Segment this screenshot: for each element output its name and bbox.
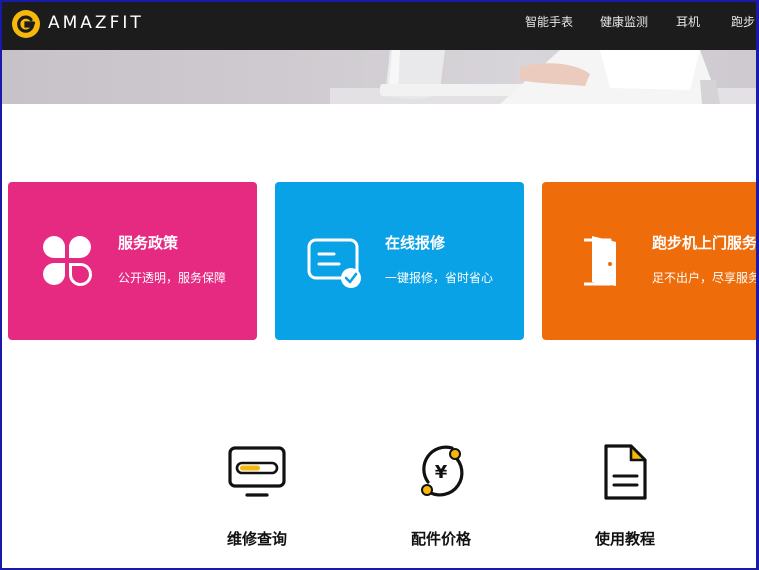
service-label: 配件价格	[410, 530, 471, 548]
document-icon	[565, 442, 685, 504]
door-icon	[574, 234, 628, 288]
card-title: 跑步机上门服务	[652, 234, 758, 252]
monitor-icon	[197, 442, 317, 504]
card-title: 服务政策	[118, 234, 179, 252]
svg-text:¥: ¥	[435, 462, 448, 483]
yen-price-icon: ¥	[381, 442, 501, 504]
hero-banner-image	[0, 50, 759, 104]
parts-price-link[interactable]: ¥ 配件价格	[381, 442, 501, 552]
card-subtitle: 足不出户，尽享服务	[652, 271, 759, 285]
nav-menu: 智能手表 健康监测 耳机 跑步	[0, 0, 759, 50]
nav-item-earphones[interactable]: 耳机	[676, 13, 700, 30]
nav-item-smartwatch[interactable]: 智能手表	[525, 13, 573, 30]
card-subtitle: 公开透明，服务保障	[118, 271, 227, 285]
nav-item-health[interactable]: 健康监测	[600, 13, 648, 30]
service-label: 维修查询	[226, 530, 287, 548]
top-navbar: AMAZFIT 智能手表 健康监测 耳机 跑步	[0, 0, 759, 50]
clover-icon	[40, 234, 94, 288]
tutorial-link[interactable]: 使用教程	[565, 442, 685, 552]
repair-query-link[interactable]: 维修查询	[197, 442, 317, 552]
repair-card-icon	[307, 234, 361, 288]
service-label: 使用教程	[594, 530, 655, 548]
card-title: 在线报修	[385, 234, 446, 252]
card-subtitle: 一键报修，省时省心	[385, 271, 494, 285]
nav-item-running[interactable]: 跑步	[731, 13, 755, 30]
online-repair-card[interactable]: 在线报修 一键报修，省时省心	[275, 182, 524, 340]
service-policy-card[interactable]: 服务政策 公开透明，服务保障	[8, 182, 257, 340]
treadmill-service-card[interactable]: 跑步机上门服务 足不出户，尽享服务	[542, 182, 759, 340]
